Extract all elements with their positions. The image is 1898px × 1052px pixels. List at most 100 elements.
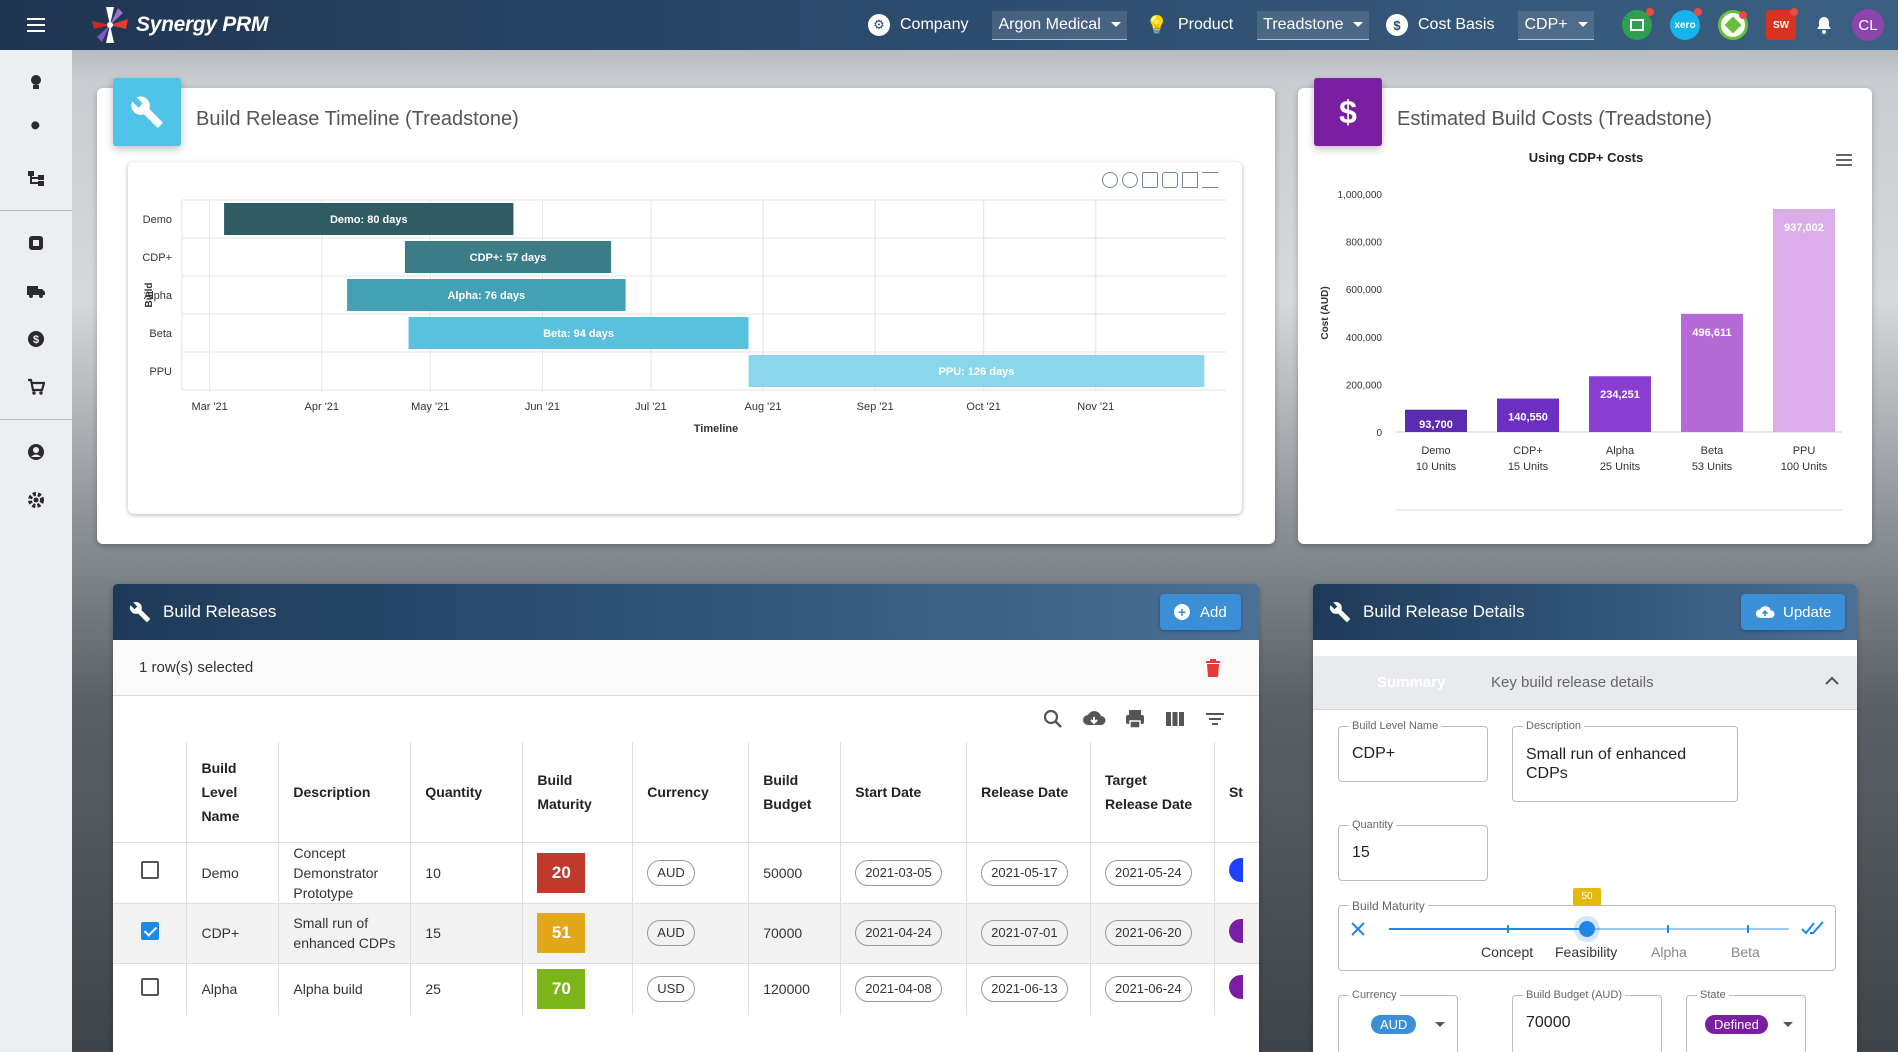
column-header[interactable]: Build Level Name bbox=[186, 742, 280, 842]
xero-app-icon[interactable]: xero bbox=[1670, 8, 1702, 40]
nav-settings[interactable] bbox=[0, 476, 72, 524]
costs-menu-icon-line bbox=[1836, 159, 1852, 161]
sw-app-icon[interactable]: SW bbox=[1766, 8, 1798, 40]
column-header[interactable]: Build Maturity bbox=[522, 742, 634, 842]
cell-budget: 70000 bbox=[748, 902, 842, 963]
costs-bar-value-label: 234,251 bbox=[1600, 389, 1640, 401]
nav-components[interactable] bbox=[0, 219, 72, 267]
company-dropdown[interactable]: Argon Medical bbox=[992, 10, 1127, 40]
user-avatar[interactable]: CL bbox=[1852, 9, 1884, 41]
costs-menu-icon bbox=[1836, 154, 1852, 166]
lightbulb-icon bbox=[31, 75, 41, 89]
timeline-x-tick: Oct '21 bbox=[966, 401, 1001, 413]
slider-fill bbox=[1389, 928, 1587, 930]
done-all-icon[interactable] bbox=[1801, 920, 1825, 936]
selection-count-text: 1 row(s) selected bbox=[139, 659, 254, 676]
nav-account[interactable] bbox=[0, 428, 72, 476]
clear-x-icon[interactable] bbox=[1351, 922, 1365, 936]
row-select-checkbox[interactable] bbox=[140, 977, 159, 996]
column-header[interactable]: Target Release Date bbox=[1090, 742, 1215, 842]
column-header[interactable]: Quantity bbox=[410, 742, 524, 842]
slider-thumb[interactable] bbox=[1579, 921, 1595, 937]
description-field[interactable]: Description Small run of enhanced CDPs bbox=[1512, 720, 1738, 802]
state-chip: Defined bbox=[1705, 1015, 1768, 1034]
costs-card-badge: $ bbox=[1314, 78, 1382, 146]
summary-tab[interactable]: Summary bbox=[1377, 674, 1445, 691]
slider-tick bbox=[1667, 925, 1669, 933]
nav-build-releases[interactable] bbox=[0, 106, 72, 154]
state-chip-partial bbox=[1228, 858, 1243, 882]
update-button[interactable]: Update bbox=[1741, 594, 1846, 630]
account-circle-icon bbox=[28, 444, 44, 460]
table-row[interactable]: Alpha Alpha build 25 70 USD 120000 2021-04-08 2… bbox=[113, 962, 1259, 1015]
company-icon: ⚙ bbox=[868, 14, 890, 36]
product-dropdown[interactable]: Treadstone bbox=[1257, 10, 1370, 40]
row-select-checkbox[interactable] bbox=[140, 921, 159, 940]
search-icon[interactable] bbox=[1042, 708, 1064, 730]
details-title: Build Release Details bbox=[1363, 602, 1525, 621]
cell-quantity: 10 bbox=[410, 841, 524, 903]
costs-x-tick: CDP+ bbox=[1513, 445, 1543, 457]
nav-shipping[interactable] bbox=[0, 267, 72, 315]
timeline-x-tick: Jul '21 bbox=[635, 401, 666, 413]
currency-chip: AUD bbox=[1371, 1015, 1417, 1034]
cell-description: Concept Demonstrator Prototype bbox=[278, 841, 412, 903]
timeline-chart: Mar '21 Apr '21 May '21 Jun '21 Jul '21 Aug '… bbox=[142, 199, 1226, 435]
cloud-download-icon[interactable] bbox=[1082, 708, 1106, 730]
cell-quantity: 15 bbox=[410, 902, 524, 963]
table-header-row: Build Level Name Description Quantity Bu… bbox=[113, 742, 1259, 842]
slider-step-label: Alpha bbox=[1651, 944, 1687, 960]
notifications-bell-icon[interactable] bbox=[1814, 15, 1834, 35]
state-select[interactable]: State Defined bbox=[1686, 989, 1806, 1052]
column-header[interactable]: Currency bbox=[632, 742, 750, 842]
hex-app-icon[interactable] bbox=[1718, 10, 1748, 40]
build-releases-table: Build Level Name Description Quantity Bu… bbox=[113, 742, 1259, 1015]
summary-panel-header[interactable]: Summary Key build release details bbox=[1313, 656, 1857, 710]
add-button[interactable]: + Add bbox=[1160, 594, 1241, 630]
row-select-checkbox[interactable] bbox=[140, 861, 159, 879]
timeline-x-tick: Sep '21 bbox=[857, 401, 894, 413]
quantity-field[interactable]: Quantity 15 bbox=[1338, 819, 1488, 881]
table-row[interactable]: CDP+ Small run of enhanced CDPs 15 51 AUD 700… bbox=[113, 902, 1259, 963]
cell-budget: 120000 bbox=[748, 962, 842, 1015]
costs-bar-value-label: 93,700 bbox=[1419, 419, 1453, 431]
column-header[interactable]: Build Budget bbox=[748, 742, 842, 842]
nav-product-ideas[interactable] bbox=[0, 58, 72, 106]
column-header[interactable]: Release Date bbox=[966, 742, 1092, 842]
cell-quantity: 25 bbox=[410, 962, 524, 1015]
costs-x-tick-sub: 100 Units bbox=[1781, 461, 1828, 473]
print-icon[interactable] bbox=[1124, 708, 1146, 730]
chevron-up-icon[interactable] bbox=[1825, 676, 1839, 686]
delete-trash-icon[interactable] bbox=[1205, 658, 1221, 678]
build-level-name-field[interactable]: Build Level Name CDP+ bbox=[1338, 720, 1488, 782]
quantity-value: 15 bbox=[1352, 844, 1370, 861]
sheets-app-icon[interactable] bbox=[1622, 8, 1654, 40]
timeline-x-tick: Mar '21 bbox=[191, 401, 227, 413]
column-header[interactable]: Description bbox=[278, 742, 412, 842]
menu-icon[interactable] bbox=[0, 0, 72, 50]
costs-bar bbox=[1773, 208, 1835, 432]
costs-y-tick: 600,000 bbox=[1346, 285, 1383, 296]
column-header[interactable]: Start Date bbox=[840, 742, 968, 842]
state-label: State bbox=[1697, 989, 1729, 1001]
add-button-label: Add bbox=[1200, 603, 1227, 621]
filter-list-icon[interactable] bbox=[1204, 708, 1226, 730]
app-logo[interactable]: Synergy PRM bbox=[90, 5, 268, 45]
nav-structure[interactable] bbox=[0, 154, 72, 202]
build-budget-field[interactable]: Build Budget (AUD) 70000 bbox=[1512, 989, 1662, 1052]
summary-description: Key build release details bbox=[1491, 674, 1654, 691]
slider-value-label: 50 bbox=[1573, 888, 1601, 906]
costs-bar-value-label: 140,550 bbox=[1508, 412, 1548, 424]
table-row[interactable]: Demo Concept Demonstrator Prototype 10 20 AU… bbox=[113, 841, 1259, 903]
nav-purchasing[interactable] bbox=[0, 363, 72, 411]
column-header[interactable]: St bbox=[1214, 742, 1259, 842]
slider-step-label: Beta bbox=[1731, 944, 1760, 960]
timeline-x-tick: Aug '21 bbox=[745, 401, 782, 413]
description-value: Small run of enhanced CDPs bbox=[1526, 746, 1687, 782]
quantity-label: Quantity bbox=[1349, 819, 1396, 831]
nav-costs[interactable]: $ bbox=[0, 315, 72, 363]
cost-basis-dropdown[interactable]: CDP+ bbox=[1518, 10, 1594, 40]
columns-icon[interactable] bbox=[1164, 708, 1186, 730]
currency-select[interactable]: Currency AUD bbox=[1338, 989, 1458, 1052]
costs-bar-value-label: 496,611 bbox=[1692, 327, 1731, 339]
